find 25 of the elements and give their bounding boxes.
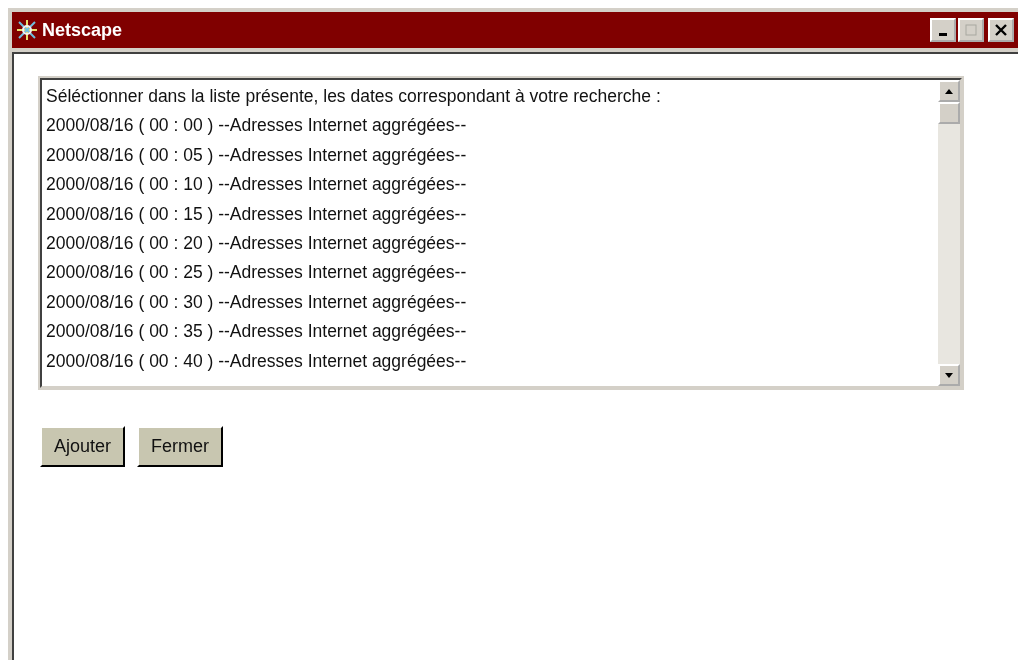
minimize-icon — [939, 32, 947, 36]
close-icon — [994, 23, 1008, 37]
list-item[interactable]: 2000/08/16 ( 00 : 15 ) --Adresses Internet aggrégées-- — [46, 199, 934, 230]
maximize-icon — [965, 24, 977, 36]
action-button[interactable]: Fermer — [137, 426, 224, 467]
minimize-button[interactable] — [930, 18, 956, 42]
list-item[interactable]: 2000/08/16 ( 00 : 30 ) --Adresses Internet aggrégées-- — [46, 287, 934, 318]
list-item[interactable]: 2000/08/16 ( 00 : 20 ) --Adresses Internet aggrégées-- — [46, 229, 934, 259]
scroll-thumb[interactable] — [938, 102, 960, 124]
scrollbar[interactable] — [938, 80, 960, 386]
list-item[interactable]: 2000/08/16 ( 00 : 00 ) --Adresses Internet aggrégées-- — [46, 111, 934, 141]
list-item[interactable]: 2000/08/16 ( 00 : 10 ) --Adresses Internet aggrégées-- — [46, 170, 934, 200]
scroll-down-button[interactable] — [938, 364, 960, 386]
down-arrow-icon — [945, 372, 953, 378]
star-burst-icon — [16, 19, 38, 41]
action-button[interactable]: Ajouter — [40, 426, 126, 467]
up-arrow-icon — [945, 88, 953, 94]
close-button[interactable] — [988, 18, 1014, 42]
scroll-up-button[interactable] — [938, 80, 960, 102]
list-item[interactable]: 2000/08/16 ( 00 : 35 ) --Adresses Internet aggrégées-- — [46, 317, 934, 347]
list-item[interactable]: 2000/08/16 ( 00 : 40 ) --Adresses Internet aggrégées-- — [46, 346, 934, 377]
list-item[interactable]: 2000/08/16 ( 00 : 05 ) --Adresses Internet aggrégées-- — [46, 140, 934, 171]
window-title: Netscape — [42, 19, 123, 41]
list-item[interactable]: 2000/08/16 ( 00 : 25 ) --Adresses Internet aggrégées-- — [46, 258, 934, 288]
list-item[interactable]: Séléctionner dans la liste présente, les dates correspondant à votre recherche : — [46, 82, 934, 112]
